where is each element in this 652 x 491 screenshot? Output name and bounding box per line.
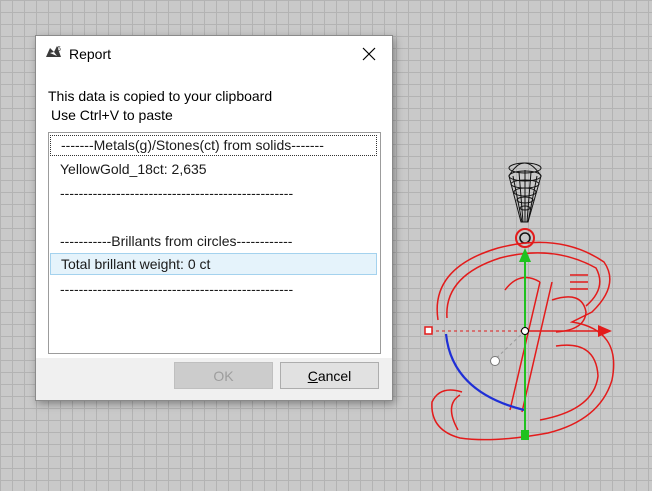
dialog-footer: OK Cancel — [36, 358, 392, 400]
list-item[interactable]: -------Metals(g)/Stones(ct) from solids-… — [50, 135, 377, 156]
list-item-selected[interactable]: Total brillant weight: 0 ct — [50, 253, 377, 275]
close-button[interactable] — [346, 36, 392, 72]
close-icon — [362, 47, 376, 61]
list-item[interactable]: YellowGold_18ct: 2,635 — [50, 158, 377, 180]
ok-button[interactable]: OK — [174, 362, 273, 389]
list-item[interactable]: -----------Brillants from circles-------… — [50, 230, 377, 252]
list-item[interactable]: ----------------------------------------… — [50, 278, 377, 300]
paste-hint: Use Ctrl+V to paste — [51, 107, 173, 123]
cancel-label-rest: ancel — [317, 368, 352, 384]
clipboard-message: This data is copied to your clipboard — [48, 88, 273, 104]
cancel-mnemonic: C — [307, 368, 318, 384]
list-item[interactable] — [50, 206, 377, 228]
pendant-bail — [508, 162, 542, 223]
svg-text:6: 6 — [57, 46, 61, 53]
report-listbox[interactable]: -------Metals(g)/Stones(ct) from solids-… — [48, 132, 381, 354]
rhino-icon: 6 — [45, 43, 63, 61]
dialog-titlebar[interactable]: 6 Report — [36, 36, 392, 72]
cancel-button[interactable]: Cancel — [280, 362, 379, 389]
report-dialog: 6 Report This data is copied to your cli… — [35, 35, 393, 401]
dialog-title: Report — [69, 46, 112, 62]
list-item[interactable]: ----------------------------------------… — [50, 182, 377, 204]
